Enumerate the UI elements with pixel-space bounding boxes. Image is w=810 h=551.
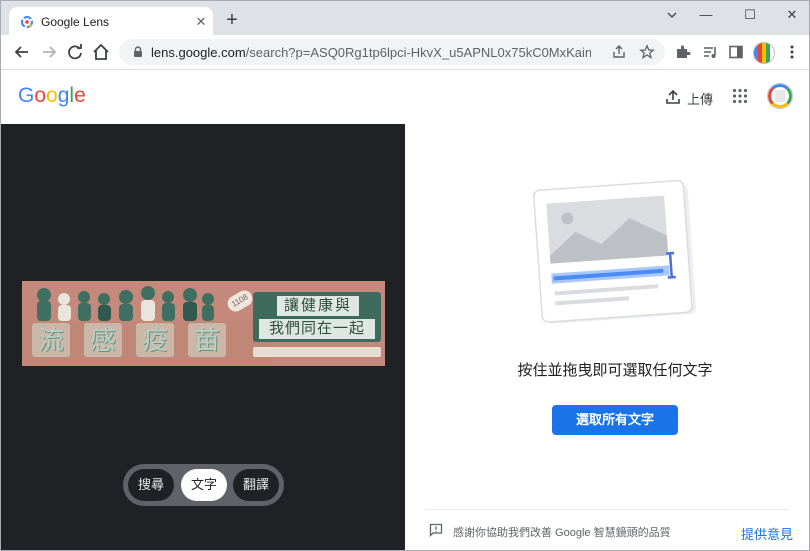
google-lens-icon: [21, 16, 33, 28]
new-tab-button[interactable]: +: [223, 10, 241, 30]
url-path: /search?p=ASQ0Rg1tp6lpci-HkvX_u5APNL0x75…: [245, 45, 591, 60]
image-preview-pane: 流 感 疫 苗 1108 讓健康與 我們同在一起 搜尋 文字 翻譯: [1, 124, 405, 550]
reload-icon[interactable]: [64, 41, 86, 63]
logo-letter: G: [18, 84, 35, 107]
banner-char: 疫: [136, 323, 174, 357]
restore-button[interactable]: ☐: [735, 4, 765, 26]
profile-avatar[interactable]: [753, 42, 775, 64]
bookmark-star-icon[interactable]: [639, 44, 655, 60]
google-logo[interactable]: Google: [18, 84, 86, 108]
forward-arrow-icon[interactable]: [38, 41, 60, 63]
banner-char: 流: [32, 323, 70, 357]
mode-switcher: 搜尋 文字 翻譯: [123, 464, 284, 506]
mode-search-button[interactable]: 搜尋: [128, 469, 174, 501]
divider: [426, 509, 789, 510]
tab-google-lens[interactable]: Google Lens ✕: [9, 7, 213, 37]
banner-decoration-bar: [253, 347, 381, 357]
close-window-button[interactable]: ✕: [777, 4, 807, 26]
select-all-text-button[interactable]: 選取所有文字: [552, 405, 678, 435]
back-arrow-icon[interactable]: [11, 41, 33, 63]
logo-letter: g: [57, 84, 70, 107]
url-host: lens.google.com: [151, 45, 246, 60]
feedback-icon: [429, 523, 443, 537]
lock-icon[interactable]: [131, 45, 145, 59]
slogan-line-2: 我們同在一起: [259, 319, 375, 339]
upload-icon: [666, 89, 680, 104]
mode-translate-button[interactable]: 翻譯: [233, 469, 279, 501]
banner-char: 苗: [188, 323, 226, 357]
banner-char: 感: [84, 323, 122, 357]
slogan-line-1: 讓健康與: [277, 296, 359, 316]
url-text[interactable]: lens.google.com/search?p=ASQ0Rg1tp6lpci-…: [151, 45, 591, 60]
google-apps-icon[interactable]: [732, 88, 748, 104]
mode-text-button[interactable]: 文字: [181, 469, 227, 501]
lens-header: Google 上傳: [1, 70, 809, 124]
results-pane: 按住並拖曳即可選取任何文字 選取所有文字 感謝你協助我們改善 Google 智慧…: [406, 124, 809, 550]
instruction-text: 按住並拖曳即可選取任何文字: [517, 362, 713, 379]
browser-window: Google Lens ✕ + — ☐ ✕ lens.google.com/se…: [0, 0, 810, 551]
logo-letter: e: [74, 84, 86, 107]
uploaded-image[interactable]: 流 感 疫 苗 1108 讓健康與 我們同在一起: [22, 281, 385, 366]
side-panel-icon[interactable]: [728, 44, 744, 60]
tab-title: Google Lens: [41, 15, 110, 29]
address-bar[interactable]: lens.google.com/search?p=ASQ0Rg1tp6lpci-…: [119, 39, 665, 65]
close-tab-icon[interactable]: ✕: [193, 14, 209, 30]
chevron-down-icon[interactable]: [657, 4, 687, 26]
upload-label: 上傳: [687, 92, 714, 107]
share-icon[interactable]: [611, 44, 627, 60]
feedback-message: 感謝你協助我們改善 Google 智慧鏡頭的品質: [453, 527, 671, 539]
tab-strip: Google Lens ✕ + — ☐ ✕: [1, 1, 809, 37]
home-icon[interactable]: [90, 41, 112, 63]
account-avatar[interactable]: [767, 83, 793, 109]
browser-toolbar: lens.google.com/search?p=ASQ0Rg1tp6lpci-…: [1, 35, 809, 70]
logo-letter: o: [46, 84, 58, 107]
banner-slogan-plate: 讓健康與 我們同在一起: [253, 292, 381, 342]
banner-title: 流 感 疫 苗: [32, 323, 226, 357]
text-selection-illustration: [533, 179, 696, 324]
send-feedback-link[interactable]: 提供意見: [741, 524, 793, 543]
media-control-icon[interactable]: [702, 44, 718, 60]
minimize-button[interactable]: —: [691, 4, 721, 26]
logo-letter: o: [34, 84, 47, 107]
extensions-puzzle-icon[interactable]: [675, 44, 691, 60]
more-menu-icon[interactable]: [784, 44, 800, 60]
